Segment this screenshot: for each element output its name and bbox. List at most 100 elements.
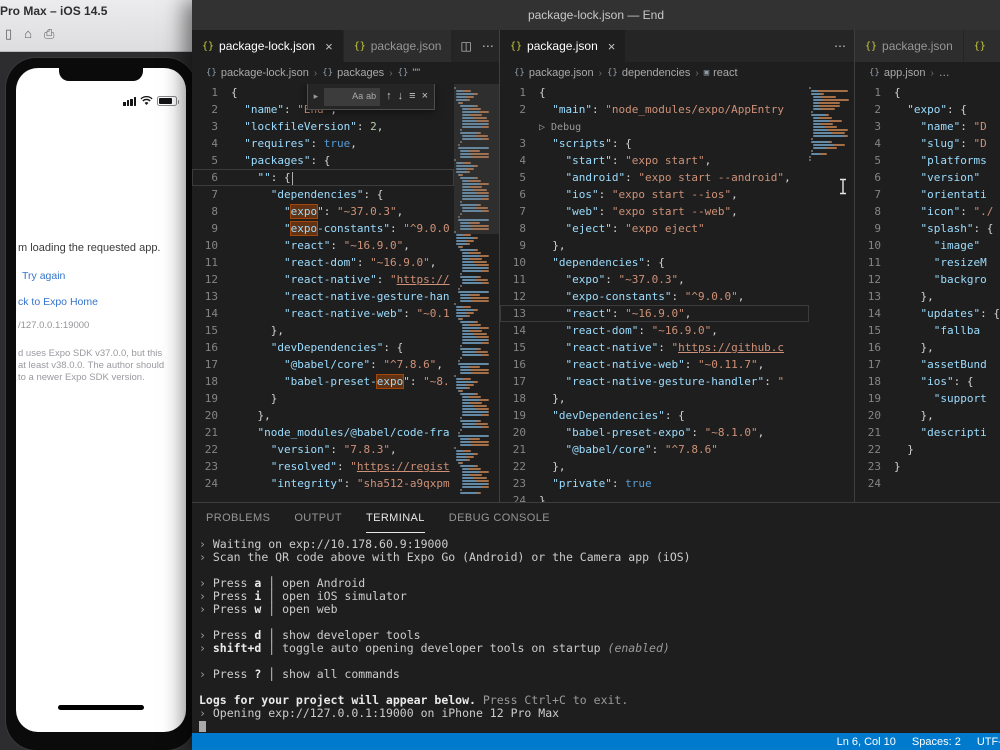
status-indentation[interactable]: Spaces: 2 (904, 736, 969, 748)
breadcrumb-item[interactable]: package.json (529, 67, 594, 79)
code-line[interactable]: 20 "babel-preset-expo": "~8.1.0", (500, 424, 809, 441)
codelens-debug[interactable]: ▷ Debug (500, 118, 809, 135)
code-line[interactable]: 5 "platforms (855, 152, 1000, 169)
code-line[interactable]: 18 "ios": { (855, 373, 1000, 390)
terminal-output[interactable]: › Waiting on exp://10.178.60.9:19000 › Sc… (192, 533, 1000, 733)
code-line[interactable]: 21 "node_modules/@babel/code-fra (192, 424, 454, 441)
breadcrumb-item[interactable]: "" (412, 67, 420, 79)
code-line[interactable]: 8 "eject": "expo eject" (500, 220, 809, 237)
code-line[interactable]: 21 "@babel/core": "^7.8.6" (500, 441, 809, 458)
code-line[interactable]: 6 "version" (855, 169, 1000, 186)
tab-package-json[interactable]: {} package.json (343, 30, 453, 62)
find-input[interactable]: Aa ab (324, 87, 381, 106)
code-line[interactable]: 4 "start": "expo start", (500, 152, 809, 169)
code-line[interactable]: 7 "dependencies": { (192, 186, 454, 203)
previous-match-icon[interactable]: ↑ (386, 88, 392, 105)
code-line[interactable]: 10 "react": "~16.9.0", (192, 237, 454, 254)
editor-app-json[interactable]: 1{2 "expo": {3 "name": "D 4 "slug": "D 5 "… (855, 84, 1000, 502)
device-icon[interactable]: ▯ (5, 26, 12, 42)
code-line[interactable]: 24} (500, 492, 809, 502)
more-actions-icon[interactable]: ⋯ (482, 39, 494, 53)
code-area[interactable]: 1{2 "expo": {3 "name": "D 4 "slug": "D 5 "… (855, 84, 1000, 502)
code-line[interactable]: 12 "expo-constants": "^9.0.0", (500, 288, 809, 305)
code-line[interactable]: 1{ (855, 84, 1000, 101)
code-line[interactable]: 14 "react-native-web": "~0.1 (192, 305, 454, 322)
code-line[interactable]: 24 "integrity": "sha512-a9qxpm (192, 475, 454, 492)
code-line[interactable]: 8 "expo": "~37.0.3", (192, 203, 454, 220)
breadcrumb-item[interactable]: app.json (884, 67, 926, 79)
code-line[interactable]: 2 "expo": { (855, 101, 1000, 118)
minimap[interactable] (454, 84, 499, 502)
toggle-replace-chevron-icon[interactable]: ▸ (314, 88, 319, 105)
code-line[interactable]: 16 }, (855, 339, 1000, 356)
code-line[interactable]: 11 "resizeM (855, 254, 1000, 271)
code-line[interactable]: 17 "@babel/core": "^7.8.6", (192, 356, 454, 373)
status-cursor-position[interactable]: Ln 6, Col 10 (829, 736, 904, 748)
code-line[interactable]: 22 } (855, 441, 1000, 458)
code-line[interactable]: 15 "fallba (855, 322, 1000, 339)
close-icon[interactable]: × (422, 88, 428, 105)
code-line[interactable]: 17 "assetBund (855, 356, 1000, 373)
code-area[interactable]: 1{2 "name": "End",3 "lockfileVersion": 2… (192, 84, 454, 502)
code-line[interactable]: 18 }, (500, 390, 809, 407)
split-editor-icon[interactable]: ◫ (460, 39, 471, 53)
code-line[interactable]: 22 "version": "7.8.3", (192, 441, 454, 458)
tab-output[interactable]: OUTPUT (294, 503, 342, 533)
code-line[interactable]: 19 } (192, 390, 454, 407)
tab-package-lock-json[interactable]: {} package-lock.json × (192, 30, 344, 62)
minimap[interactable] (809, 84, 854, 502)
code-line[interactable]: 18 "babel-preset-expo": "~8. (192, 373, 454, 390)
code-line[interactable]: 14 "updates": { (855, 305, 1000, 322)
breadcrumb-item[interactable]: package-lock.json (221, 67, 309, 79)
tab-debug-console[interactable]: DEBUG CONSOLE (449, 503, 550, 533)
expo-home-link[interactable]: ck to Expo Home (18, 296, 98, 308)
match-case-icon[interactable]: Aa (352, 88, 363, 105)
status-encoding[interactable]: UTF-8 (969, 736, 1000, 748)
code-line[interactable]: 14 "react-dom": "~16.9.0", (500, 322, 809, 339)
tab-package-json[interactable]: {} package.json × (500, 30, 627, 62)
try-again-link[interactable]: Try again (22, 270, 65, 282)
breadcrumb-item[interactable]: dependencies (622, 67, 691, 79)
code-line[interactable]: 16 "react-native-web": "~0.11.7", (500, 356, 809, 373)
code-line[interactable]: 24 (855, 475, 1000, 492)
code-line[interactable]: 12 "react-native": "https:// (192, 271, 454, 288)
code-line[interactable]: 2 "main": "node_modules/expo/AppEntry (500, 101, 809, 118)
screenshot-icon[interactable]: ⎙ (44, 26, 54, 42)
editor-package-lock-json[interactable]: 1{2 "name": "End",3 "lockfileVersion": 2… (192, 84, 499, 502)
code-line[interactable]: 20 }, (192, 407, 454, 424)
home-icon[interactable]: ⌂ (24, 26, 32, 42)
code-line[interactable]: 16 "devDependencies": { (192, 339, 454, 356)
minimap-slider[interactable] (454, 84, 499, 234)
code-line[interactable]: 10 "image" (855, 237, 1000, 254)
code-line[interactable]: 13 }, (855, 288, 1000, 305)
tab-package-json[interactable]: {} package.json (855, 30, 964, 62)
code-line[interactable]: 19 "devDependencies": { (500, 407, 809, 424)
code-line[interactable]: 3 "name": "D (855, 118, 1000, 135)
breadcrumb-item[interactable]: react (713, 67, 737, 79)
tab-terminal[interactable]: TERMINAL (365, 503, 425, 533)
editor-package-json[interactable]: 1{2 "main": "node_modules/expo/AppEntry ▷… (500, 84, 854, 502)
code-line[interactable]: 13 "react": "~16.9.0", (500, 305, 809, 322)
code-line[interactable]: 22 }, (500, 458, 809, 475)
code-area[interactable]: 1{2 "main": "node_modules/expo/AppEntry ▷… (500, 84, 809, 502)
next-match-icon[interactable]: ↓ (398, 88, 404, 105)
breadcrumb-item[interactable]: packages (337, 67, 384, 79)
home-indicator-bar[interactable] (58, 705, 144, 710)
close-icon[interactable]: × (325, 39, 333, 54)
code-line[interactable]: 19 "support (855, 390, 1000, 407)
tab-partial[interactable]: {} (963, 30, 1000, 62)
code-line[interactable]: 13 "react-native-gesture-han (192, 288, 454, 305)
code-line[interactable]: 4 "requires": true, (192, 135, 454, 152)
code-line[interactable]: 10 "dependencies": { (500, 254, 809, 271)
code-line[interactable]: 23} (855, 458, 1000, 475)
code-line[interactable]: 7 "orientati (855, 186, 1000, 203)
code-line[interactable]: 20 }, (855, 407, 1000, 424)
code-line[interactable]: 23 "resolved": "https://regist (192, 458, 454, 475)
code-line[interactable]: 15 }, (192, 322, 454, 339)
code-line[interactable]: 8 "icon": "./ (855, 203, 1000, 220)
code-line[interactable]: 15 "react-native": "https://github.c (500, 339, 809, 356)
code-line[interactable]: 3 "scripts": { (500, 135, 809, 152)
code-line[interactable]: 9 "expo-constants": "^9.0.0 (192, 220, 454, 237)
code-line[interactable]: 7 "web": "expo start --web", (500, 203, 809, 220)
code-line[interactable]: 9 }, (500, 237, 809, 254)
